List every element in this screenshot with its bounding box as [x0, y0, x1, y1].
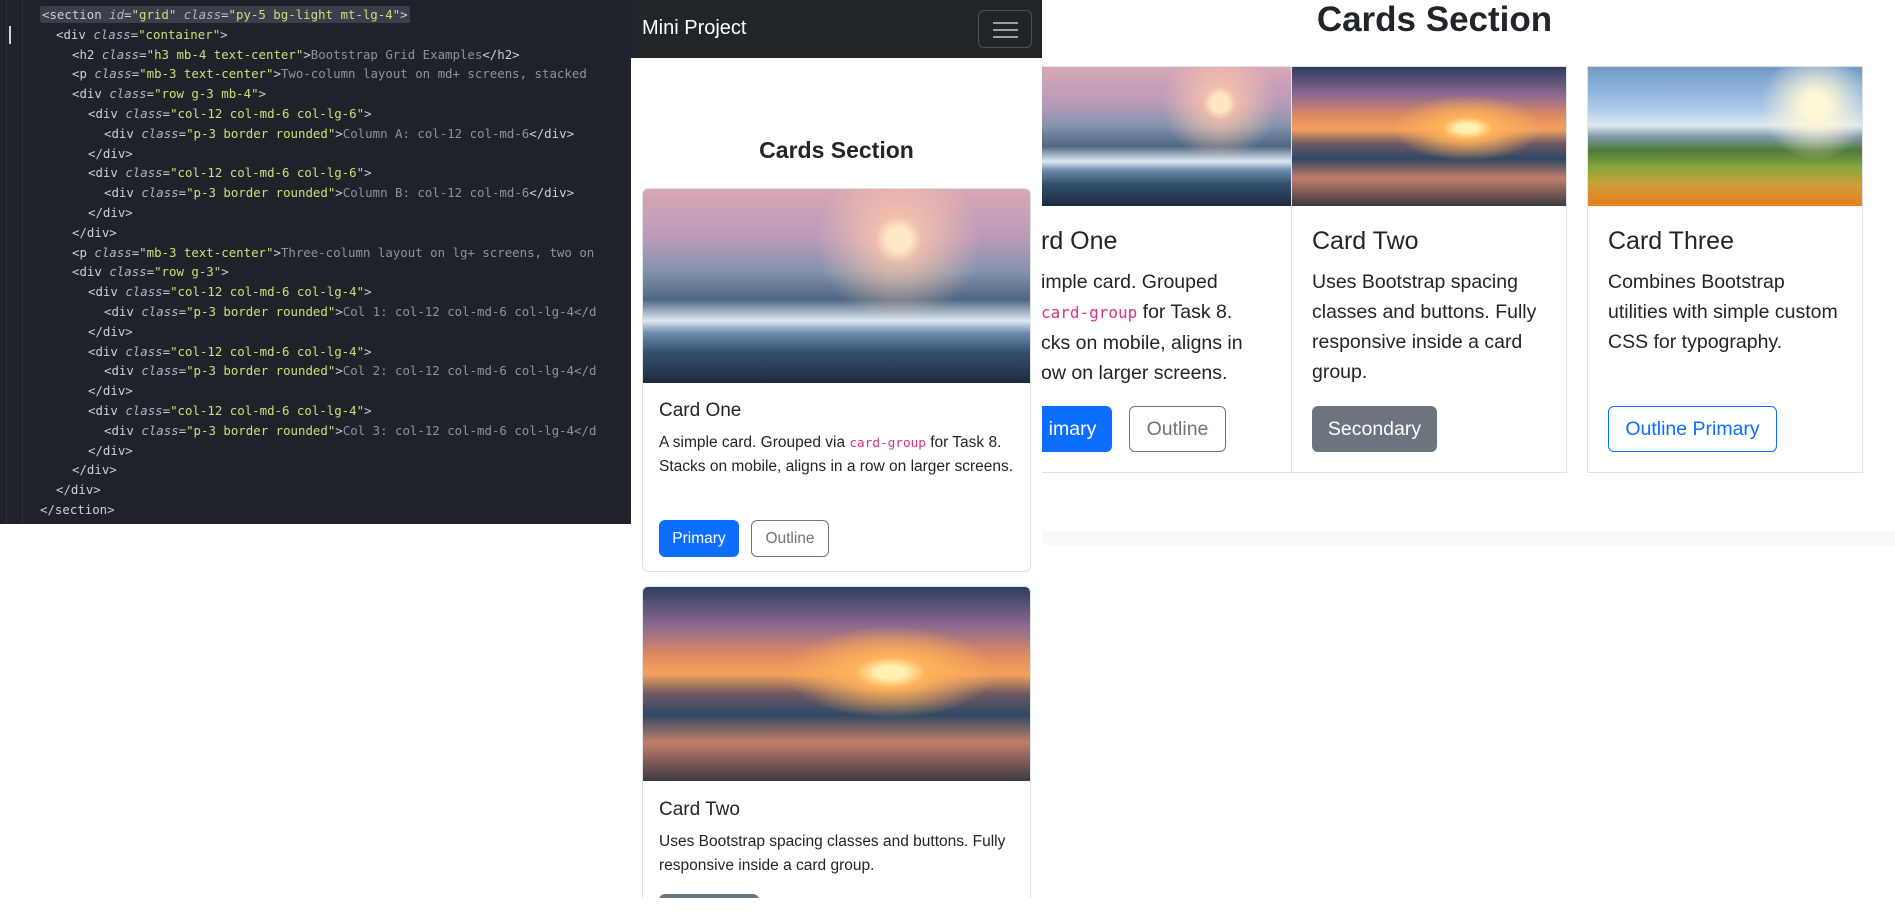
navbar-brand[interactable]: Mini Project — [642, 17, 746, 40]
code-line[interactable]: <div class="col-12 col-md-6 col-lg-4"> — [88, 342, 372, 361]
outline-button-desktop[interactable]: Outline — [1129, 406, 1226, 452]
primary-button-desktop[interactable]: imary — [1042, 406, 1112, 452]
code-line[interactable]: </div> — [72, 223, 117, 242]
code-editor[interactable]: <section id="grid" class="py-5 bg-light … — [0, 0, 631, 524]
card-two-title: Card Two — [659, 799, 740, 820]
section-title: Cards Section — [759, 137, 914, 163]
primary-button[interactable]: Primary — [659, 520, 739, 557]
outline-button[interactable]: Outline — [751, 520, 829, 557]
card-one-text-desktop: imple card. Grouped card-group for Task 8… — [1042, 271, 1243, 384]
mobile-preview: Mini Project Cards Section Card One A si… — [631, 0, 1042, 898]
code-line[interactable]: <div class="col-12 col-md-6 col-lg-6"> — [88, 163, 372, 182]
code-line[interactable]: </div> — [88, 203, 133, 222]
card-two-text-desktop: Uses Bootstrap spacing classes and butto… — [1312, 271, 1537, 383]
gutter-guide — [6, 0, 7, 524]
card-three-image-desktop — [1588, 67, 1862, 206]
card-two-image — [643, 587, 1030, 781]
card-one-title: Card One — [659, 400, 742, 421]
code-line[interactable]: </section> — [40, 500, 115, 519]
code-line[interactable]: <div class="p-3 border rounded">Col 1: c… — [104, 302, 596, 321]
code-line[interactable]: </div> — [56, 480, 101, 499]
card-two-title-desktop: Card Two — [1312, 227, 1419, 255]
card-one-title-desktop: rd One — [1042, 227, 1118, 255]
section-title-desktop: Cards Section — [1316, 0, 1553, 39]
secondary-button[interactable] — [659, 894, 759, 898]
card-one-image — [643, 189, 1030, 383]
card-one: Card One A simple card. Grouped via card… — [642, 188, 1031, 572]
code-line[interactable]: <div class="p-3 border rounded">Column B… — [104, 183, 574, 202]
code-line[interactable]: </div> — [88, 144, 133, 163]
code-line[interactable]: <h2 class="h3 mb-4 text-center">Bootstra… — [72, 45, 520, 64]
code-line[interactable]: <div class="col-12 col-md-6 col-lg-6"> — [88, 104, 372, 123]
secondary-button-desktop[interactable]: Secondary — [1312, 406, 1437, 452]
indent-guide — [22, 0, 23, 524]
code-line[interactable]: </div> — [72, 460, 117, 479]
card-three-text-desktop: Combines Bootstrap utilities with simple… — [1608, 271, 1838, 353]
card-two-desktop: Card Two Uses Bootstrap spacing classes … — [1291, 66, 1567, 473]
grid-section-strip — [1042, 531, 1895, 545]
desktop-preview: Cards Section rd One imple card. Grouped… — [1042, 0, 1895, 923]
code-line[interactable]: <p class="mb-3 text-center">Three-column… — [72, 243, 594, 262]
code-line[interactable]: <div class="container"> — [56, 25, 228, 44]
card-one-text: A simple card. Grouped via card-group fo… — [659, 434, 1014, 475]
code-line[interactable]: <div class="row g-3"> — [72, 262, 229, 281]
navbar-toggler-button[interactable] — [978, 10, 1032, 48]
outline-primary-button-desktop[interactable]: Outline Primary — [1608, 406, 1777, 452]
code-line[interactable]: </div> — [88, 441, 133, 460]
code-line[interactable]: <div class="p-3 border rounded">Col 2: c… — [104, 361, 596, 380]
card-one-image-desktop — [1042, 67, 1312, 206]
code-line[interactable]: <div class="col-12 col-md-6 col-lg-4"> — [88, 282, 372, 301]
code-line[interactable]: <div class="row g-3 mb-4"> — [72, 84, 266, 103]
code-line[interactable]: <div class="p-3 border rounded">Col 3: c… — [104, 421, 596, 440]
card-two-image-desktop — [1292, 67, 1566, 206]
card-one-desktop: rd One imple card. Grouped card-group for… — [1042, 66, 1313, 473]
card-two-text: Uses Bootstrap spacing classes and butto… — [659, 833, 1006, 874]
card-three-title-desktop: Card Three — [1608, 227, 1734, 255]
text-cursor — [9, 26, 11, 44]
navbar: Mini Project — [631, 0, 1042, 58]
code-line[interactable]: </div> — [88, 322, 133, 341]
code-line[interactable]: </div> — [88, 381, 133, 400]
code-line[interactable]: <div class="p-3 border rounded">Column A… — [104, 124, 574, 143]
card-three-desktop: Card Three Combines Bootstrap utilities … — [1587, 66, 1863, 473]
code-line[interactable]: <section id="grid" class="py-5 bg-light … — [40, 5, 410, 24]
card-two: Card Two Uses Bootstrap spacing classes … — [642, 586, 1031, 898]
card-group-code: card-group — [849, 435, 926, 450]
code-line[interactable]: <p class="mb-3 text-center">Two-column l… — [72, 64, 587, 83]
code-line[interactable]: <div class="col-12 col-md-6 col-lg-4"> — [88, 401, 372, 420]
